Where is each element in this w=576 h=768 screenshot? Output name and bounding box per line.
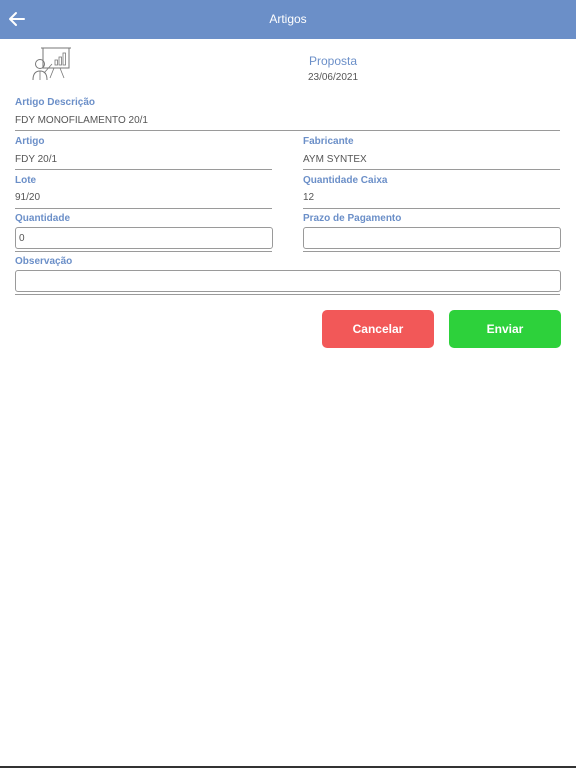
quantidade-input[interactable] [15,227,273,249]
artigo-descricao-divider [15,130,560,131]
presentation-board-icon [32,47,71,81]
app-bar: Artigos [0,0,576,39]
quantidade-label: Quantidade [15,213,71,224]
fabricante-value: AYM SYNTEX [303,154,367,165]
proposal-title: Proposta [308,54,358,68]
fabricante-divider [303,169,560,170]
artigo-divider [15,169,272,170]
quantidade-caixa-value: 12 [303,192,315,203]
lote-label: Lote [15,175,37,186]
artigo-descricao-label: Artigo Descrição [15,97,96,108]
proposal-date: 23/06/2021 [307,72,359,83]
quantidade-caixa-divider [303,208,560,209]
observacao-label: Observação [15,256,73,267]
prazo-pagamento-divider [303,251,560,252]
quantidade-divider [15,251,272,252]
send-button[interactable]: Enviar [449,310,561,348]
fabricante-label: Fabricante [303,136,354,147]
observacao-divider [15,294,560,295]
lote-divider [15,208,272,209]
lote-value: 91/20 [15,192,41,203]
observacao-input[interactable] [15,270,561,292]
artigo-label: Artigo [15,136,45,147]
quantidade-caixa-label: Quantidade Caixa [303,175,388,186]
prazo-pagamento-input[interactable] [303,227,561,249]
cancel-button[interactable]: Cancelar [322,310,434,348]
artigo-descricao-value: FDY MONOFILAMENTO 20/1 [15,115,148,126]
prazo-pagamento-label: Prazo de Pagamento [303,213,402,224]
artigo-value: FDY 20/1 [15,154,58,165]
page-title: Artigos [269,12,307,26]
